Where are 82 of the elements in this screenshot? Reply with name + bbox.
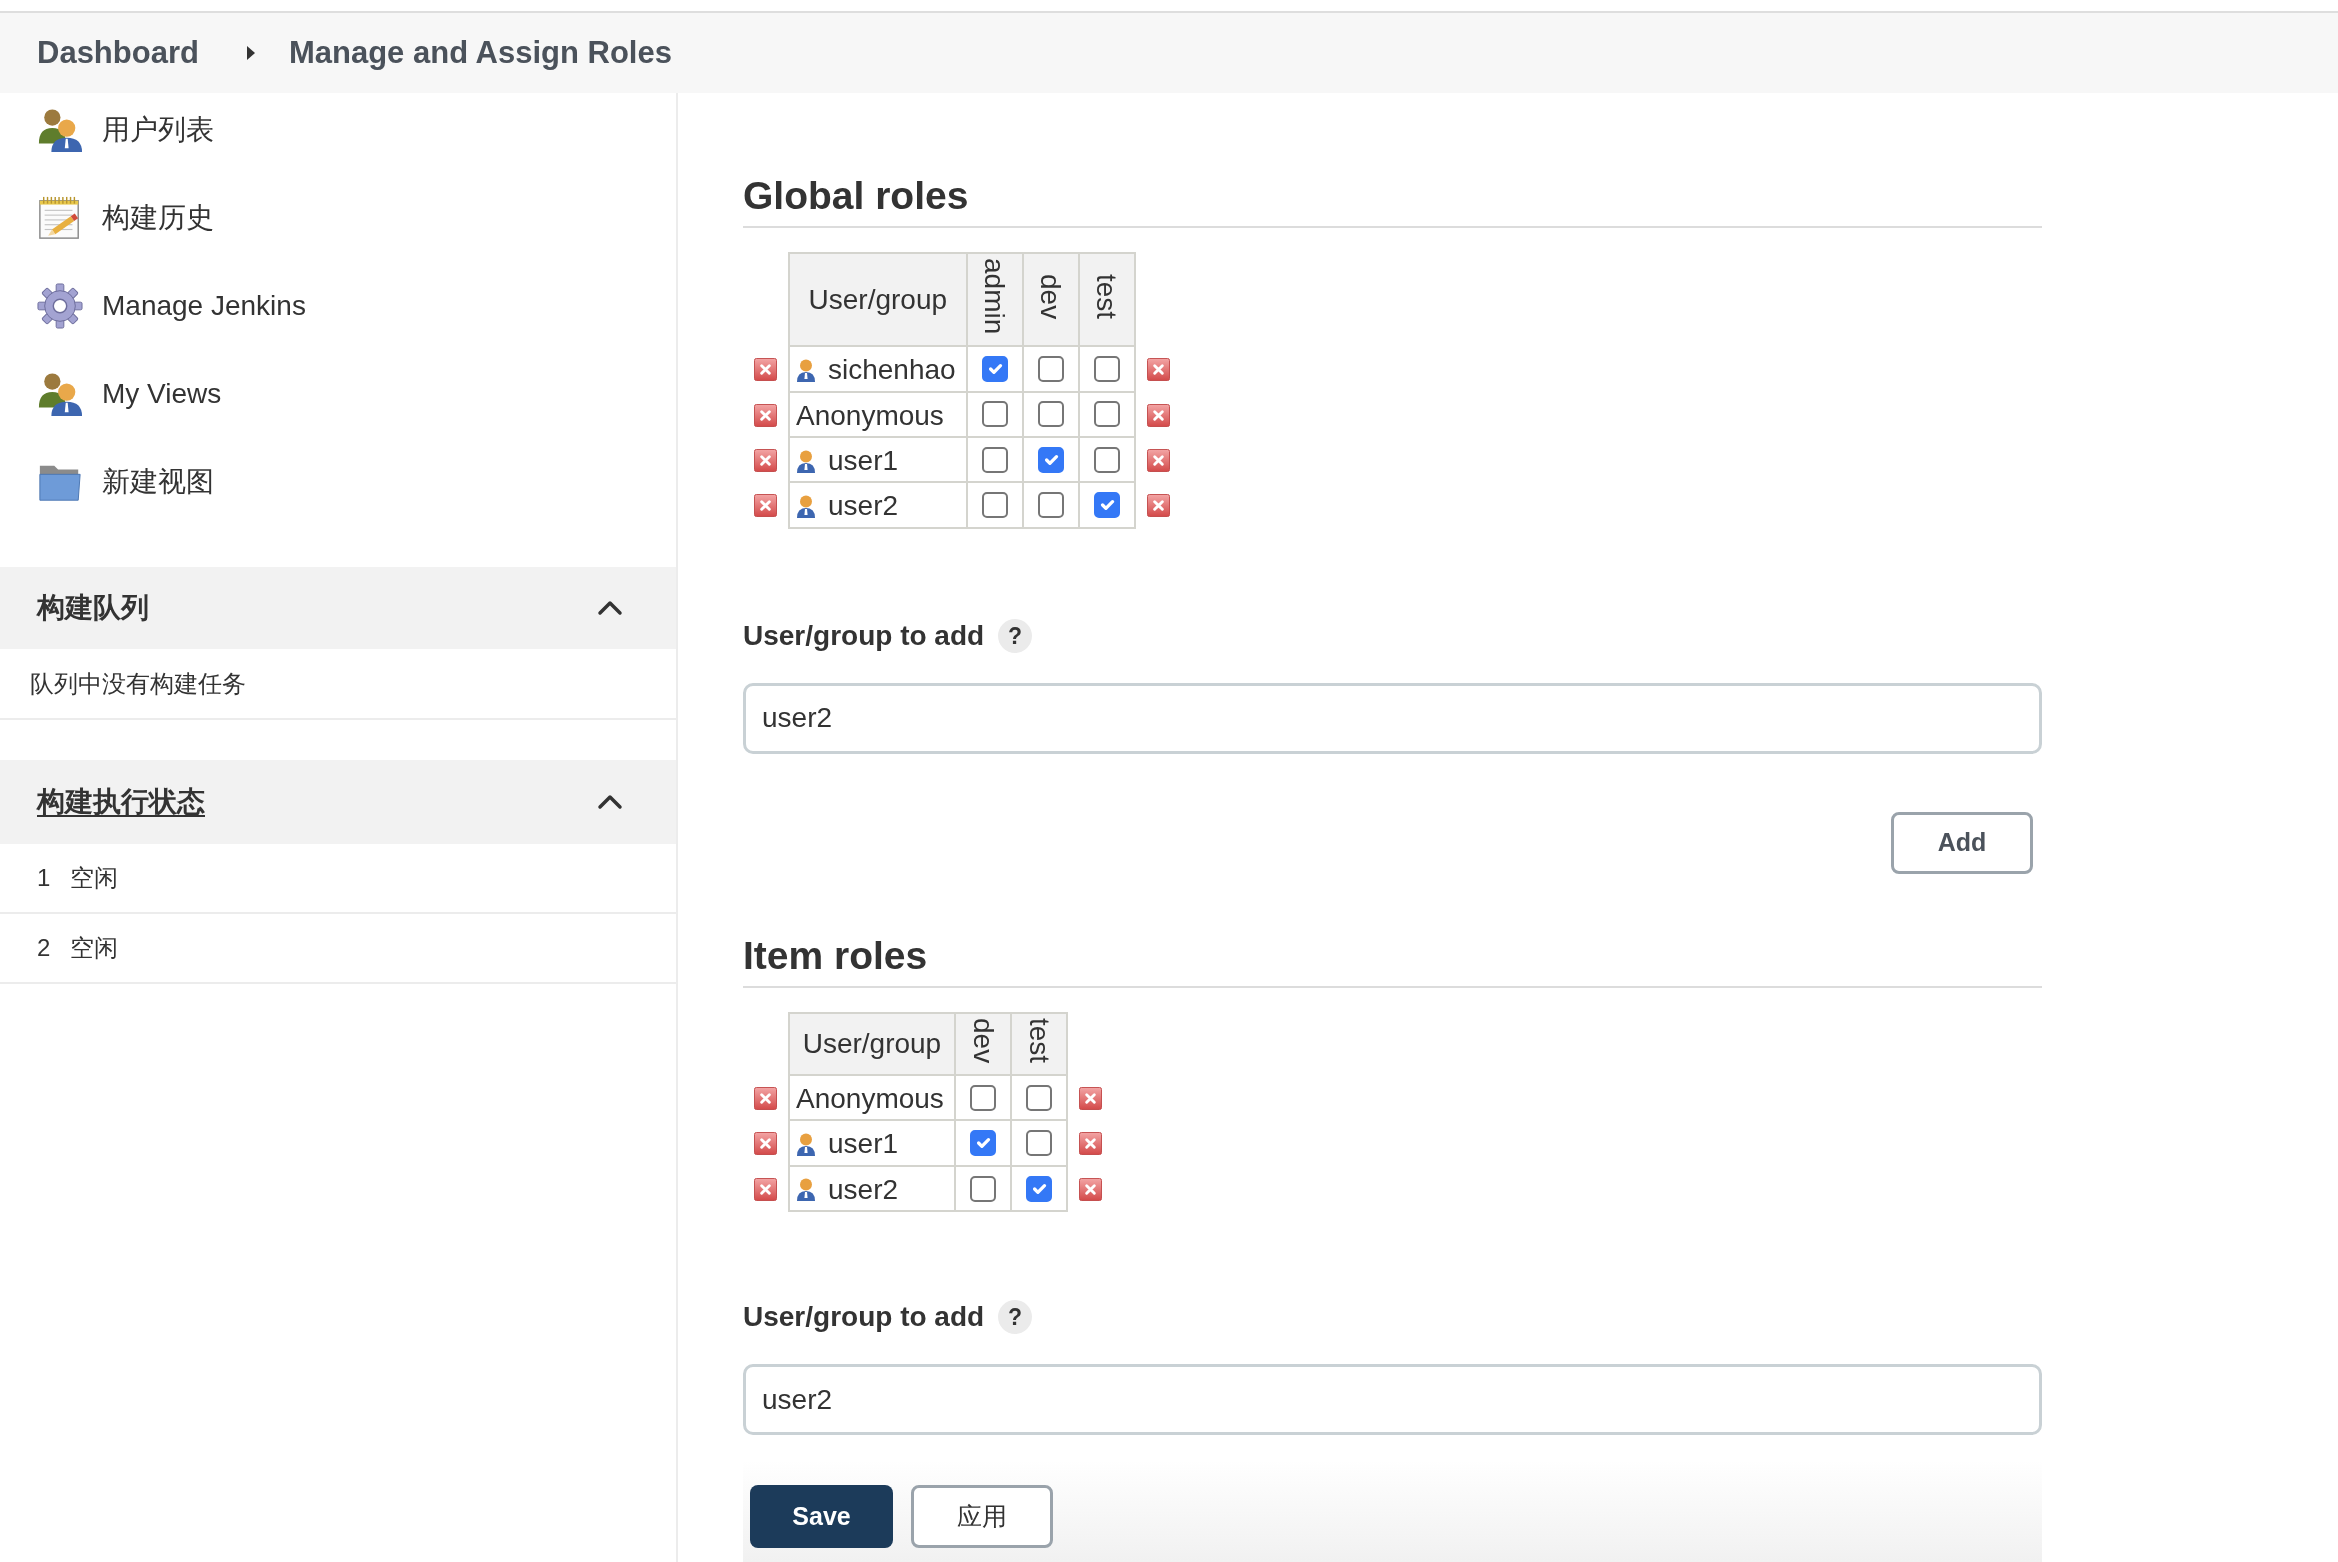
queue-message: 队列中没有构建任务 [30,668,246,699]
field-label: User/group to add [743,1300,985,1335]
delete-icon[interactable] [754,1177,777,1201]
delete-icon[interactable] [1146,403,1170,427]
sidebar-link[interactable]: 用户列表 [0,93,676,181]
user-name: Anonymous [796,1082,944,1114]
checkbox[interactable] [981,355,1008,382]
text-input[interactable]: user2 [743,1364,2042,1436]
caret-icon [246,46,255,60]
user-name: user1 [828,444,899,476]
checkbox[interactable] [1093,492,1120,519]
checkbox[interactable] [969,1084,996,1111]
breadcrumb-link[interactable]: Manage and Assign Roles [288,29,672,77]
executor-number: 2 [37,933,51,963]
text-input[interactable]: user2 [743,682,2042,754]
checkbox[interactable] [969,1130,996,1157]
delete-icon[interactable] [754,403,777,427]
delete-icon[interactable] [1078,1086,1102,1110]
chevron-up-icon[interactable] [597,599,623,617]
section-heading: Global roles [743,172,2042,228]
delete-icon[interactable] [754,448,777,472]
delete-icon[interactable] [1146,358,1170,382]
checkbox[interactable] [1037,492,1064,519]
people-icon [37,371,83,417]
column-header: dev [966,1017,1000,1064]
user-name: user2 [828,490,899,522]
person-icon [796,1177,816,1202]
user-name: Anonymous [796,399,944,431]
column-header: admin [978,258,1012,335]
delete-icon[interactable] [754,1132,777,1156]
panel-title-link[interactable]: 构建执行状态 [37,781,205,823]
checkbox[interactable] [981,401,1008,428]
save-button[interactable]: Save [750,1485,893,1549]
chevron-up-icon[interactable] [597,793,623,811]
section-heading: Item roles [743,931,2042,988]
person-icon [796,1132,816,1157]
executor-status: 空闲 [70,933,119,963]
delete-icon[interactable] [754,1086,777,1110]
delete-icon[interactable] [1078,1177,1102,1201]
column-header: test [1022,1017,1056,1064]
checkbox[interactable] [1025,1084,1052,1111]
checkbox[interactable] [1093,446,1120,473]
people-icon [37,107,83,153]
sidebar-link[interactable]: Manage Jenkins [0,269,676,357]
column-header: User/group [789,1012,955,1076]
user-name: user1 [828,1128,899,1160]
checkbox[interactable] [1093,355,1120,382]
user-name: user2 [828,1173,899,1205]
checkbox[interactable] [981,446,1008,473]
column-header: test [1090,273,1124,319]
delete-icon[interactable] [754,494,777,518]
delete-icon[interactable] [1146,448,1170,472]
checkbox[interactable] [1037,446,1064,473]
checkbox[interactable] [1025,1130,1052,1157]
person-icon [796,357,816,382]
checkbox[interactable] [981,492,1008,519]
person-icon [796,494,816,519]
panel-title: 构建队列 [37,591,149,625]
sidebar-link[interactable]: My Views [0,357,676,445]
executor-number: 1 [37,863,51,893]
checkbox[interactable] [1037,355,1064,382]
add-button[interactable]: Add [1891,811,2033,874]
help-button[interactable]: ? [998,618,1033,653]
user-name: sichenhao [828,354,956,386]
breadcrumb-link[interactable]: Dashboard [37,29,199,77]
field-label: User/group to add [743,618,985,653]
delete-icon[interactable] [754,358,777,382]
person-icon [796,448,816,473]
help-button[interactable]: ? [998,1300,1033,1335]
checkbox[interactable] [1025,1175,1052,1202]
checkbox[interactable] [1037,401,1064,428]
sidebar-link[interactable]: 构建历史 [0,181,676,269]
executor-status: 空闲 [70,863,119,893]
delete-icon[interactable] [1146,494,1170,518]
delete-icon[interactable] [1078,1132,1102,1156]
apply-button[interactable]: 应用 [911,1485,1053,1549]
checkbox[interactable] [1093,401,1120,428]
gear-icon [37,283,83,329]
checkbox[interactable] [969,1175,996,1202]
sidebar-link[interactable]: 新建视图 [0,445,676,533]
column-header: User/group [789,253,967,347]
column-header: dev [1034,273,1068,319]
